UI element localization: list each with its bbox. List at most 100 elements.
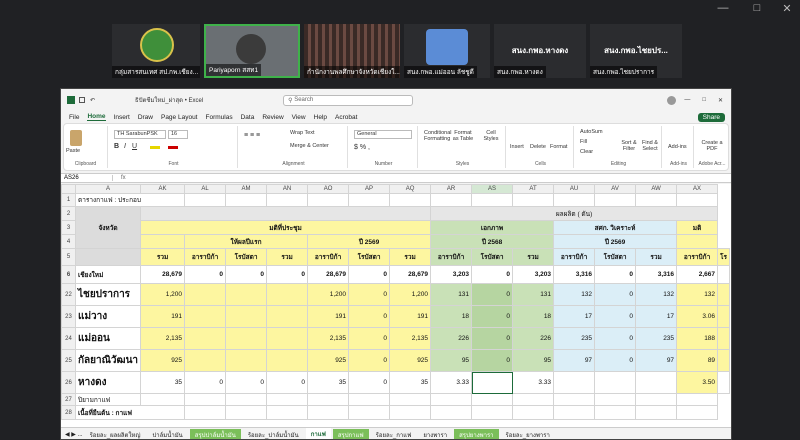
column-header[interactable]: AT	[512, 184, 555, 194]
cell[interactable]: 28,679	[307, 265, 350, 284]
cell[interactable]	[184, 327, 227, 350]
sheet-tab[interactable]: ยางพารา	[418, 429, 452, 440]
province-cell[interactable]: กัลยาณิวัฒนา	[74, 349, 142, 372]
province-cell[interactable]: ไชยปราการ	[74, 283, 142, 306]
cell[interactable]: 132	[553, 283, 596, 306]
number-format-select[interactable]: General	[354, 130, 412, 139]
fill-button[interactable]: Fill	[580, 139, 587, 145]
sheet-title[interactable]: ตารางกาแฟ : ประกอบ	[74, 193, 186, 207]
cell[interactable]	[553, 371, 596, 394]
cell[interactable]: 0	[184, 265, 227, 284]
selected-cell[interactable]	[471, 371, 514, 394]
wrap-text-button[interactable]: Wrap Text	[290, 130, 315, 136]
cell[interactable]: 191	[389, 305, 432, 328]
subheader[interactable]: อาราบิก้า	[553, 248, 596, 266]
name-box[interactable]: AS26	[61, 175, 113, 181]
save-icon[interactable]	[79, 97, 85, 103]
account-icon[interactable]	[667, 95, 677, 105]
format-as-table-button[interactable]: Format as Table	[452, 130, 474, 142]
cell[interactable]: 0	[348, 265, 391, 284]
column-header[interactable]: AO	[307, 184, 350, 194]
cell[interactable]	[717, 327, 731, 350]
cell[interactable]	[717, 305, 731, 328]
subheader[interactable]: อาราบิก้า	[307, 248, 350, 266]
tab-insert[interactable]: Insert	[114, 114, 130, 121]
font-color-icon[interactable]	[168, 146, 178, 149]
year-header[interactable]: ปี 2569	[307, 234, 432, 249]
cell[interactable]: 3,316	[553, 265, 596, 284]
font-size-select[interactable]: 16	[168, 130, 188, 139]
column-header[interactable]: AR	[430, 184, 473, 194]
subheader[interactable]: โรบัสตา	[471, 248, 514, 266]
unity-header[interactable]: เอกภาพ	[430, 220, 555, 235]
yield-header[interactable]: ผลผลิต ( ตัน)	[430, 206, 719, 221]
subheader[interactable]: รวม	[635, 248, 678, 266]
cell[interactable]: 2,667	[676, 265, 719, 284]
tab-formulas[interactable]: Formulas	[206, 114, 233, 121]
cell[interactable]: 35	[389, 371, 432, 394]
column-header[interactable]: AU	[553, 184, 596, 194]
undo-icon[interactable]: ↶	[90, 97, 95, 104]
cell[interactable]: 925	[307, 349, 350, 372]
year-header[interactable]: ปี 2569	[553, 234, 678, 249]
cell[interactable]: 0	[594, 349, 637, 372]
cell[interactable]: 3.33	[430, 371, 473, 394]
cell[interactable]: 95	[430, 349, 473, 372]
resolution-header-2[interactable]: มติ	[676, 220, 719, 235]
addins-button[interactable]: Add-ins	[668, 144, 687, 150]
align-icons[interactable]: ≡ ≡ ≡	[244, 132, 260, 139]
cell[interactable]: 2,135	[389, 327, 432, 350]
analysis-header[interactable]: สศก. วิเคราะห์	[553, 220, 678, 235]
column-header[interactable]: AX	[676, 184, 719, 194]
share-button[interactable]: Share	[697, 112, 725, 122]
cell[interactable]: 97	[635, 349, 678, 372]
cell[interactable]: 18	[512, 305, 555, 328]
subheader[interactable]: อาราบิก้า	[184, 248, 227, 266]
resolution-header[interactable]: มติที่ประชุม	[140, 220, 432, 235]
cell[interactable]: 191	[307, 305, 350, 328]
sheet-tab[interactable]: สรุปยางพารา	[454, 428, 499, 439]
find-select-button[interactable]: Find & Select	[640, 140, 660, 152]
column-header[interactable]: AQ	[389, 184, 432, 194]
maximize-icon[interactable]: □	[746, 2, 768, 14]
number-format-icons[interactable]: $ % ,	[354, 144, 370, 151]
underline-icon[interactable]: U	[132, 143, 137, 150]
cell[interactable]	[184, 305, 227, 328]
minimize-icon[interactable]: —	[684, 97, 690, 103]
search-box[interactable]: ⚲ Search	[283, 94, 414, 106]
subheader[interactable]: โรบัสตา	[225, 248, 268, 266]
cell[interactable]: 925	[140, 349, 186, 372]
column-header[interactable]: AM	[225, 184, 268, 194]
cell[interactable]: 35	[140, 371, 186, 394]
font-name-select[interactable]: TH SarabunPSK	[114, 130, 166, 139]
cell[interactable]: 17	[553, 305, 596, 328]
paste-button[interactable]: Paste	[66, 148, 80, 154]
close-icon[interactable]: ✕	[776, 2, 798, 15]
cell[interactable]: 18	[430, 305, 473, 328]
participant-tile-2[interactable]: Pariyaporn สสท1	[204, 24, 300, 78]
cell[interactable]: 0	[266, 265, 309, 284]
subheader[interactable]: รวม	[266, 248, 309, 266]
cell[interactable]	[266, 305, 309, 328]
cell[interactable]: 28,679	[389, 265, 432, 284]
cell[interactable]: 925	[389, 349, 432, 372]
cell[interactable]: 0	[594, 265, 637, 284]
cell[interactable]: 17	[635, 305, 678, 328]
tab-draw[interactable]: Draw	[138, 114, 153, 121]
cell[interactable]: 0	[471, 283, 514, 306]
format-cells-button[interactable]: Format	[550, 144, 567, 150]
tab-review[interactable]: Review	[262, 114, 283, 121]
subheader[interactable]: โรบัสตา	[348, 248, 391, 266]
cell[interactable]: 0	[348, 371, 391, 394]
cell[interactable]: 35	[307, 371, 350, 394]
insert-cells-button[interactable]: Insert	[510, 144, 524, 150]
cell[interactable]: 0	[348, 283, 391, 306]
column-header[interactable]: AW	[635, 184, 678, 194]
merge-center-button[interactable]: Merge & Center	[290, 143, 329, 149]
cell[interactable]: 0	[348, 327, 391, 350]
paste-icon[interactable]	[70, 130, 82, 146]
sheet-tab[interactable]: สรุปกาแฟ	[332, 428, 369, 439]
cell[interactable]	[635, 371, 678, 394]
cell[interactable]: 3.50	[676, 371, 719, 394]
create-pdf-button[interactable]: Create a PDF	[698, 140, 726, 152]
